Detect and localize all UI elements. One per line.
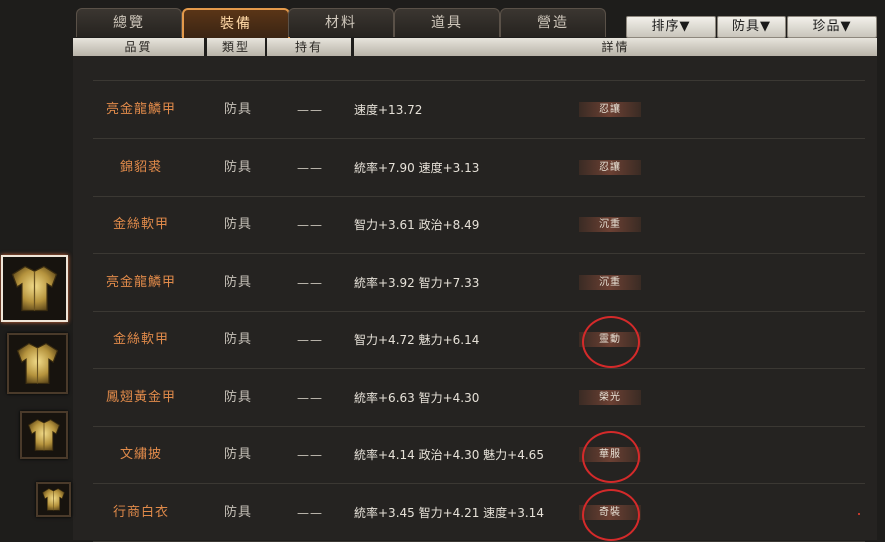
item-name: 亮金龍鱗甲 <box>105 102 176 117</box>
golden-armor-icon <box>3 257 66 320</box>
item-name: 鳳翅黃金甲 <box>105 389 176 405</box>
item-stats: 統率+7.90 速度+3.13 <box>354 160 480 175</box>
tab-overview[interactable]: 總覽 <box>76 8 182 37</box>
column-header-type[interactable]: 類型 <box>207 38 265 56</box>
item-owned: —— <box>297 218 323 232</box>
tab-equipment[interactable]: 裝備 <box>182 8 290 38</box>
golden-armor-icon <box>38 484 69 515</box>
equipment-thumbnail[interactable] <box>36 482 71 517</box>
item-trait-badge: 忍讓 <box>579 102 641 117</box>
item-name: 亮金龍鱗甲 <box>105 274 176 290</box>
equipment-thumbnail[interactable] <box>20 411 68 459</box>
tab-materials[interactable]: 材料 <box>288 8 394 37</box>
item-owned: —— <box>297 448 323 462</box>
item-name: 行商白衣 <box>112 504 169 520</box>
item-owned: —— <box>297 160 323 175</box>
tab-items[interactable]: 道具 <box>394 8 500 37</box>
item-owned: —— <box>297 390 323 405</box>
marker-dot <box>858 513 860 515</box>
golden-armor-icon <box>9 335 66 392</box>
highlight-circle <box>582 488 640 541</box>
highlight-circle <box>582 316 640 368</box>
item-type: 防具 <box>223 389 252 405</box>
sort-button[interactable]: 排序▼ <box>626 16 716 38</box>
item-type: 防具 <box>223 159 252 175</box>
item-stats: 速度+13.72 <box>354 103 423 117</box>
item-name: 金絲軟甲 <box>112 332 169 347</box>
list-divider <box>93 80 865 81</box>
item-type: 防具 <box>223 102 252 117</box>
tab-construction[interactable]: 營造 <box>500 8 606 37</box>
equipment-list: 亮金龍鱗甲 防具 —— 速度+13.72 忍讓 錦貂裘 防具 —— 統率+7.90 速度+3.1… <box>73 56 877 542</box>
item-owned: —— <box>297 505 323 520</box>
table-row[interactable]: 亮金龍鱗甲 防具 —— 統率+3.92 智力+7.33 沉重 <box>73 255 877 312</box>
item-type: 防具 <box>223 447 252 462</box>
item-trait-badge: 沉重 <box>579 217 641 232</box>
table-row[interactable]: 錦貂裘 防具 —— 統率+7.90 速度+3.13 忍讓 <box>73 140 877 197</box>
item-stats: 統率+3.92 智力+7.33 <box>354 275 480 290</box>
table-row[interactable]: 亮金龍鱗甲 防具 —— 速度+13.72 忍讓 <box>73 82 877 139</box>
table-row[interactable]: 金絲軟甲 防具 —— 智力+4.72 魅力+6.14 靈動 <box>73 312 877 369</box>
equipment-thumbnail[interactable] <box>7 333 68 394</box>
item-name: 錦貂裘 <box>119 159 162 175</box>
golden-armor-icon <box>22 413 66 457</box>
item-owned: —— <box>297 333 323 347</box>
row-divider <box>93 540 865 542</box>
column-header-details[interactable]: 詳情 <box>354 38 877 56</box>
armor-filter-button[interactable]: 防具▼ <box>717 16 786 38</box>
item-name: 文繡披 <box>119 447 162 462</box>
table-row[interactable]: 金絲軟甲 防具 —— 智力+3.61 政治+8.49 沉重 <box>73 197 877 254</box>
table-row[interactable]: 鳳翅黃金甲 防具 —— 統率+6.63 智力+4.30 榮光 <box>73 370 877 427</box>
table-row[interactable]: 行商白衣 防具 —— 統率+3.45 智力+4.21 速度+3.14 奇裝 <box>73 485 877 542</box>
equipment-thumbnail[interactable] <box>1 255 68 322</box>
item-stats: 統率+3.45 智力+4.21 速度+3.14 <box>354 505 544 520</box>
item-type: 防具 <box>223 217 252 232</box>
item-trait-badge: 沉重 <box>579 274 641 290</box>
item-stats: 統率+6.63 智力+4.30 <box>354 390 480 405</box>
item-trait-badge: 忍讓 <box>579 159 641 175</box>
column-header-quality[interactable]: 品質 <box>73 38 204 56</box>
item-stats: 智力+4.72 魅力+6.14 <box>354 333 480 347</box>
item-type: 防具 <box>223 504 252 520</box>
item-stats: 統率+4.14 政治+4.30 魅力+4.65 <box>354 448 544 462</box>
item-owned: —— <box>297 275 323 290</box>
item-stats: 智力+3.61 政治+8.49 <box>354 218 480 232</box>
table-row[interactable]: 文繡披 防具 —— 統率+4.14 政治+4.30 魅力+4.65 華服 <box>73 427 877 484</box>
highlight-circle <box>582 431 640 483</box>
item-type: 防具 <box>223 274 252 290</box>
column-header: 品質 類型 持有 詳情 <box>73 38 877 56</box>
rarity-filter-button[interactable]: 珍品▼ <box>787 16 877 38</box>
item-trait-badge: 榮光 <box>579 389 641 405</box>
column-header-owned[interactable]: 持有 <box>267 38 351 56</box>
item-type: 防具 <box>223 332 252 347</box>
item-owned: —— <box>297 103 323 117</box>
item-name: 金絲軟甲 <box>112 217 169 232</box>
